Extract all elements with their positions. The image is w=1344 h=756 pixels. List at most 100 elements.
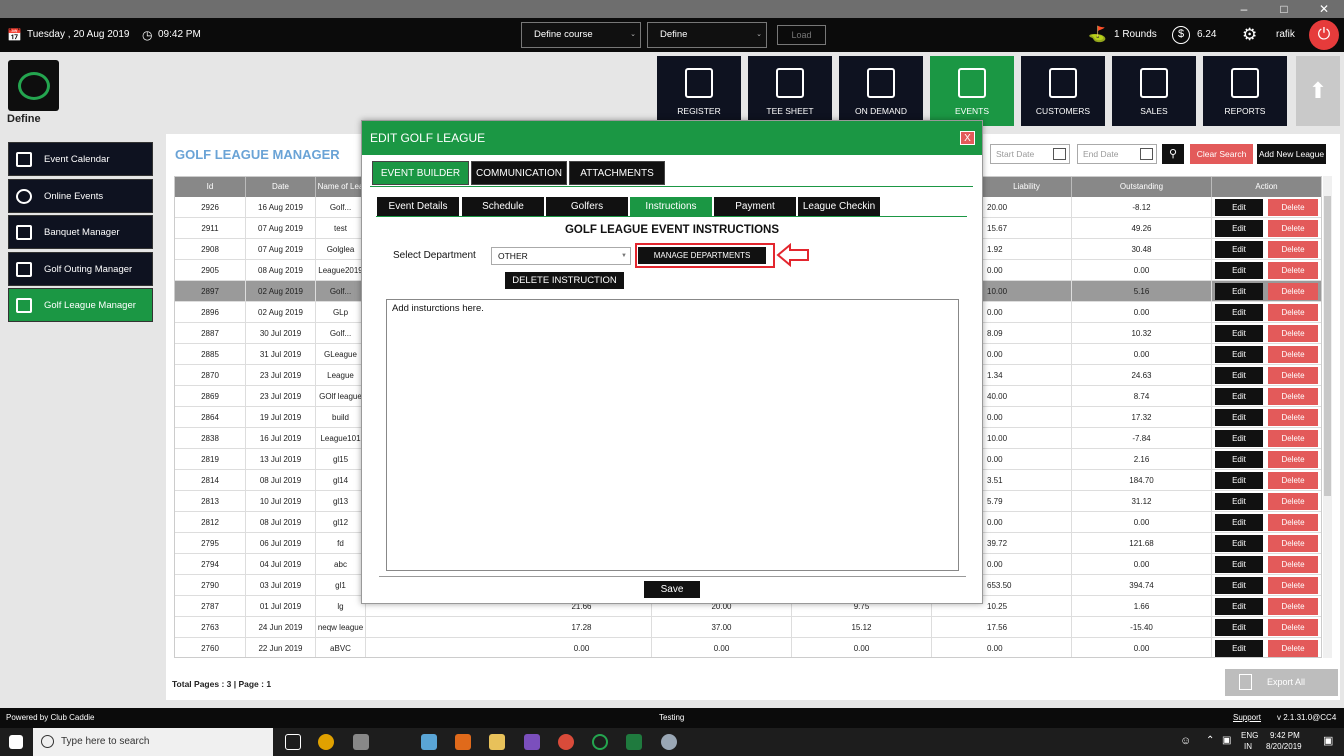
- delete-button[interactable]: Delete: [1268, 262, 1318, 279]
- table-row[interactable]: 2763 24 Jun 2019 neqw league 17.28 37.00 15.1…: [175, 617, 1321, 638]
- edit-button[interactable]: Edit: [1215, 325, 1263, 342]
- subtab-instructions[interactable]: Instructions: [630, 197, 712, 216]
- add-new-league-button[interactable]: Add New League: [1257, 144, 1326, 164]
- subtab-schedule[interactable]: Schedule: [462, 197, 544, 216]
- edit-button[interactable]: Edit: [1215, 220, 1263, 237]
- load-button[interactable]: Load: [777, 25, 826, 45]
- sublime-icon[interactable]: [455, 734, 471, 750]
- minimize-icon[interactable]: –: [1224, 0, 1264, 18]
- department-select[interactable]: OTHER ▼: [491, 247, 631, 265]
- edit-button[interactable]: Edit: [1215, 451, 1263, 468]
- edit-button[interactable]: Edit: [1215, 577, 1263, 594]
- tab-attachments[interactable]: ATTACHMENTS: [569, 161, 665, 185]
- visual-studio-icon[interactable]: [524, 734, 540, 750]
- edit-button[interactable]: Edit: [1215, 535, 1263, 552]
- edit-button[interactable]: Edit: [1215, 598, 1263, 615]
- delete-button[interactable]: Delete: [1268, 493, 1318, 510]
- edit-button[interactable]: Edit: [1215, 283, 1263, 300]
- edit-button[interactable]: Edit: [1215, 619, 1263, 636]
- delete-button[interactable]: Delete: [1268, 556, 1318, 573]
- edit-button[interactable]: Edit: [1215, 640, 1263, 657]
- delete-button[interactable]: Delete: [1268, 619, 1318, 636]
- close-icon[interactable]: X: [960, 131, 975, 145]
- notification-icon[interactable]: ▣: [1323, 734, 1333, 747]
- edit-button[interactable]: Edit: [1215, 367, 1263, 384]
- delete-button[interactable]: Delete: [1268, 640, 1318, 657]
- edit-button[interactable]: Edit: [1215, 430, 1263, 447]
- nav-register[interactable]: REGISTER: [657, 56, 741, 126]
- delete-button[interactable]: Delete: [1268, 409, 1318, 426]
- nav-on-demand[interactable]: ON DEMAND: [839, 56, 923, 126]
- calendar-icon[interactable]: [1053, 148, 1066, 160]
- edit-button[interactable]: Edit: [1215, 346, 1263, 363]
- delete-button[interactable]: Delete: [1268, 241, 1318, 258]
- subtab-golfers[interactable]: Golfers: [546, 197, 628, 216]
- network-icon[interactable]: ▣: [1222, 735, 1231, 746]
- subtab-payment[interactable]: Payment: [714, 197, 796, 216]
- edit-button[interactable]: Edit: [1215, 556, 1263, 573]
- power-icon[interactable]: ⏻: [1309, 20, 1339, 50]
- windows-start-icon[interactable]: [9, 735, 23, 749]
- start-date-input[interactable]: Start Date: [990, 144, 1070, 164]
- subtab-league-checkin[interactable]: League Checkin: [798, 197, 880, 216]
- delete-button[interactable]: Delete: [1268, 304, 1318, 321]
- excel-icon[interactable]: [626, 734, 642, 750]
- edit-button[interactable]: Edit: [1215, 304, 1263, 321]
- nav-customers[interactable]: CUSTOMERS: [1021, 56, 1105, 126]
- delete-button[interactable]: Delete: [1268, 283, 1318, 300]
- tab-event-builder[interactable]: EVENT BUILDER: [372, 161, 469, 185]
- column-header[interactable]: Date: [246, 177, 316, 197]
- column-header[interactable]: Outstanding: [1072, 177, 1212, 197]
- manage-departments-button[interactable]: MANAGE DEPARTMENTS: [638, 247, 766, 264]
- people-icon[interactable]: ☺: [1180, 735, 1191, 747]
- nav-sales[interactable]: SALES: [1112, 56, 1196, 126]
- sidebar-item-online-events[interactable]: Online Events: [8, 179, 153, 213]
- column-header[interactable]: Action: [1212, 177, 1321, 197]
- column-header[interactable]: Name of Lea: [316, 177, 366, 197]
- edit-button[interactable]: Edit: [1215, 241, 1263, 258]
- delete-instruction-button[interactable]: DELETE INSTRUCTION: [505, 272, 624, 289]
- app-icon[interactable]: [421, 734, 437, 750]
- delete-button[interactable]: Delete: [1268, 388, 1318, 405]
- instructions-textarea[interactable]: Add insturctions here.: [386, 299, 959, 571]
- sidebar-item-golf-outing-manager[interactable]: Golf Outing Manager: [8, 252, 153, 286]
- close-window-icon[interactable]: ✕: [1304, 0, 1344, 18]
- delete-button[interactable]: Delete: [1268, 514, 1318, 531]
- edit-button[interactable]: Edit: [1215, 409, 1263, 426]
- search-icon[interactable]: ⚲: [1162, 144, 1184, 164]
- column-header[interactable]: Liability: [982, 177, 1072, 197]
- delete-button[interactable]: Delete: [1268, 346, 1318, 363]
- edit-button[interactable]: Edit: [1215, 514, 1263, 531]
- calculator-icon[interactable]: [353, 734, 369, 750]
- sidebar-item-event-calendar[interactable]: Event Calendar: [8, 142, 153, 176]
- taskbar-time[interactable]: 9:42 PM: [1270, 731, 1300, 740]
- delete-button[interactable]: Delete: [1268, 325, 1318, 342]
- sidebar-item-banquet-manager[interactable]: Banquet Manager: [8, 215, 153, 249]
- subtab-event-details[interactable]: Event Details: [377, 197, 459, 216]
- edit-button[interactable]: Edit: [1215, 472, 1263, 489]
- edit-button[interactable]: Edit: [1215, 199, 1263, 216]
- sidebar-item-golf-league-manager[interactable]: Golf League Manager: [8, 288, 153, 322]
- save-button[interactable]: Save: [644, 581, 700, 598]
- end-date-input[interactable]: End Date: [1077, 144, 1157, 164]
- table-scrollbar[interactable]: [1323, 176, 1332, 658]
- taskbar-search-input[interactable]: Type here to search: [33, 728, 273, 756]
- edit-button[interactable]: Edit: [1215, 493, 1263, 510]
- delete-button[interactable]: Delete: [1268, 199, 1318, 216]
- course-select[interactable]: Define course ⌄: [521, 22, 641, 48]
- delete-button[interactable]: Delete: [1268, 367, 1318, 384]
- clear-search-button[interactable]: Clear Search: [1190, 144, 1253, 164]
- language-label[interactable]: ENG: [1241, 731, 1258, 740]
- define-select[interactable]: Define ⌄: [647, 22, 767, 48]
- delete-button[interactable]: Delete: [1268, 451, 1318, 468]
- table-row[interactable]: 2760 22 Jun 2019 aBVC 0.00 0.00 0.00 0.00 0.00 E…: [175, 638, 1321, 657]
- nav-events[interactable]: EVENTS: [930, 56, 1014, 126]
- delete-button[interactable]: Delete: [1268, 598, 1318, 615]
- taskbar-date[interactable]: 8/20/2019: [1266, 742, 1302, 751]
- delete-button[interactable]: Delete: [1268, 535, 1318, 552]
- column-header[interactable]: Id: [175, 177, 246, 197]
- nav-tee-sheet[interactable]: TEE SHEET: [748, 56, 832, 126]
- chrome-icon[interactable]: [318, 734, 334, 750]
- tray-chevron-icon[interactable]: ⌃: [1206, 735, 1214, 746]
- maximize-icon[interactable]: □: [1264, 0, 1304, 18]
